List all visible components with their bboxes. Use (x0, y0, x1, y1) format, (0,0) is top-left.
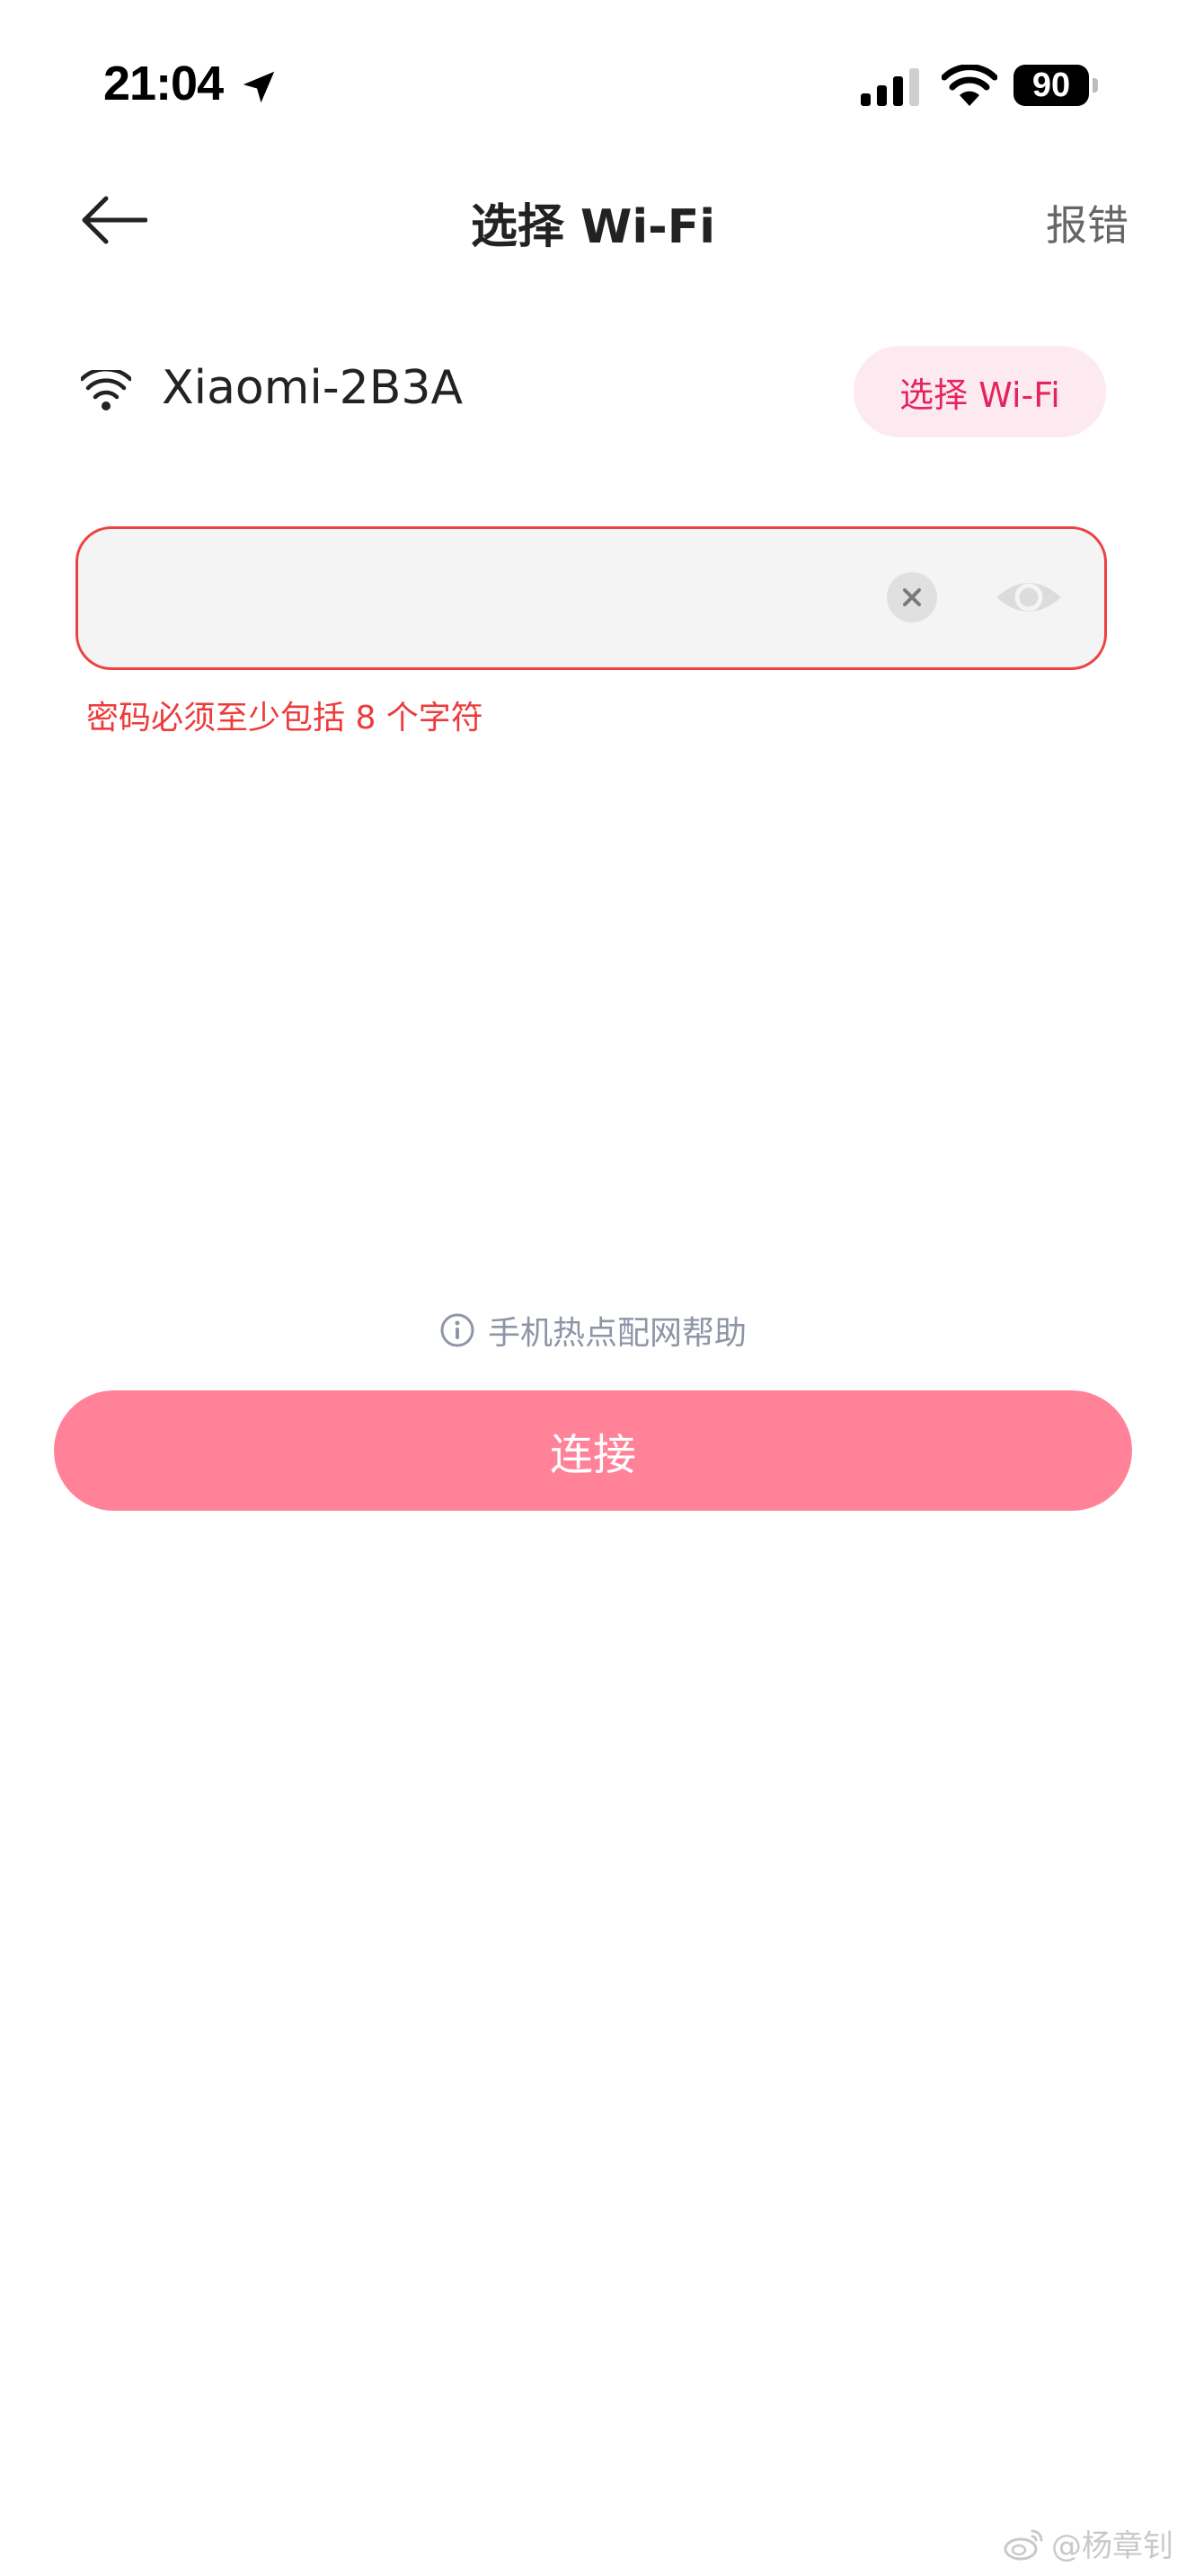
battery-level: 90 (1013, 65, 1089, 106)
clear-button[interactable] (887, 572, 937, 622)
hotspot-help-link[interactable]: 手机热点配网帮助 (0, 1307, 1186, 1354)
weibo-logo-icon (1004, 2529, 1043, 2560)
eye-icon[interactable] (995, 574, 1063, 621)
wifi-icon (81, 370, 131, 410)
info-icon (440, 1313, 474, 1347)
report-error-button[interactable]: 报错 (1046, 193, 1128, 252)
close-icon (903, 588, 921, 606)
location-arrow-icon (243, 71, 275, 103)
page-title: 选择 Wi-Fi (470, 200, 716, 254)
wifi-network-name: Xiaomi-2B3A (162, 361, 464, 415)
watermark: @杨章钊 (1003, 2521, 1173, 2565)
wifi-status-icon (942, 65, 997, 106)
password-input[interactable] (114, 556, 890, 642)
connect-button[interactable]: 连接 (54, 1390, 1132, 1511)
help-link-label: 手机热点配网帮助 (487, 1315, 747, 1352)
password-error-message: 密码必须至少包括 8 个字符 (86, 700, 483, 737)
battery-tip (1093, 78, 1098, 93)
watermark-text: @杨章钊 (1051, 2528, 1173, 2564)
status-time: 21:04 (103, 57, 224, 110)
password-field[interactable] (75, 526, 1107, 670)
select-wifi-button[interactable]: 选择 Wi-Fi (854, 346, 1106, 437)
battery-indicator: 90 (1013, 65, 1100, 106)
cellular-signal-icon (861, 68, 919, 106)
